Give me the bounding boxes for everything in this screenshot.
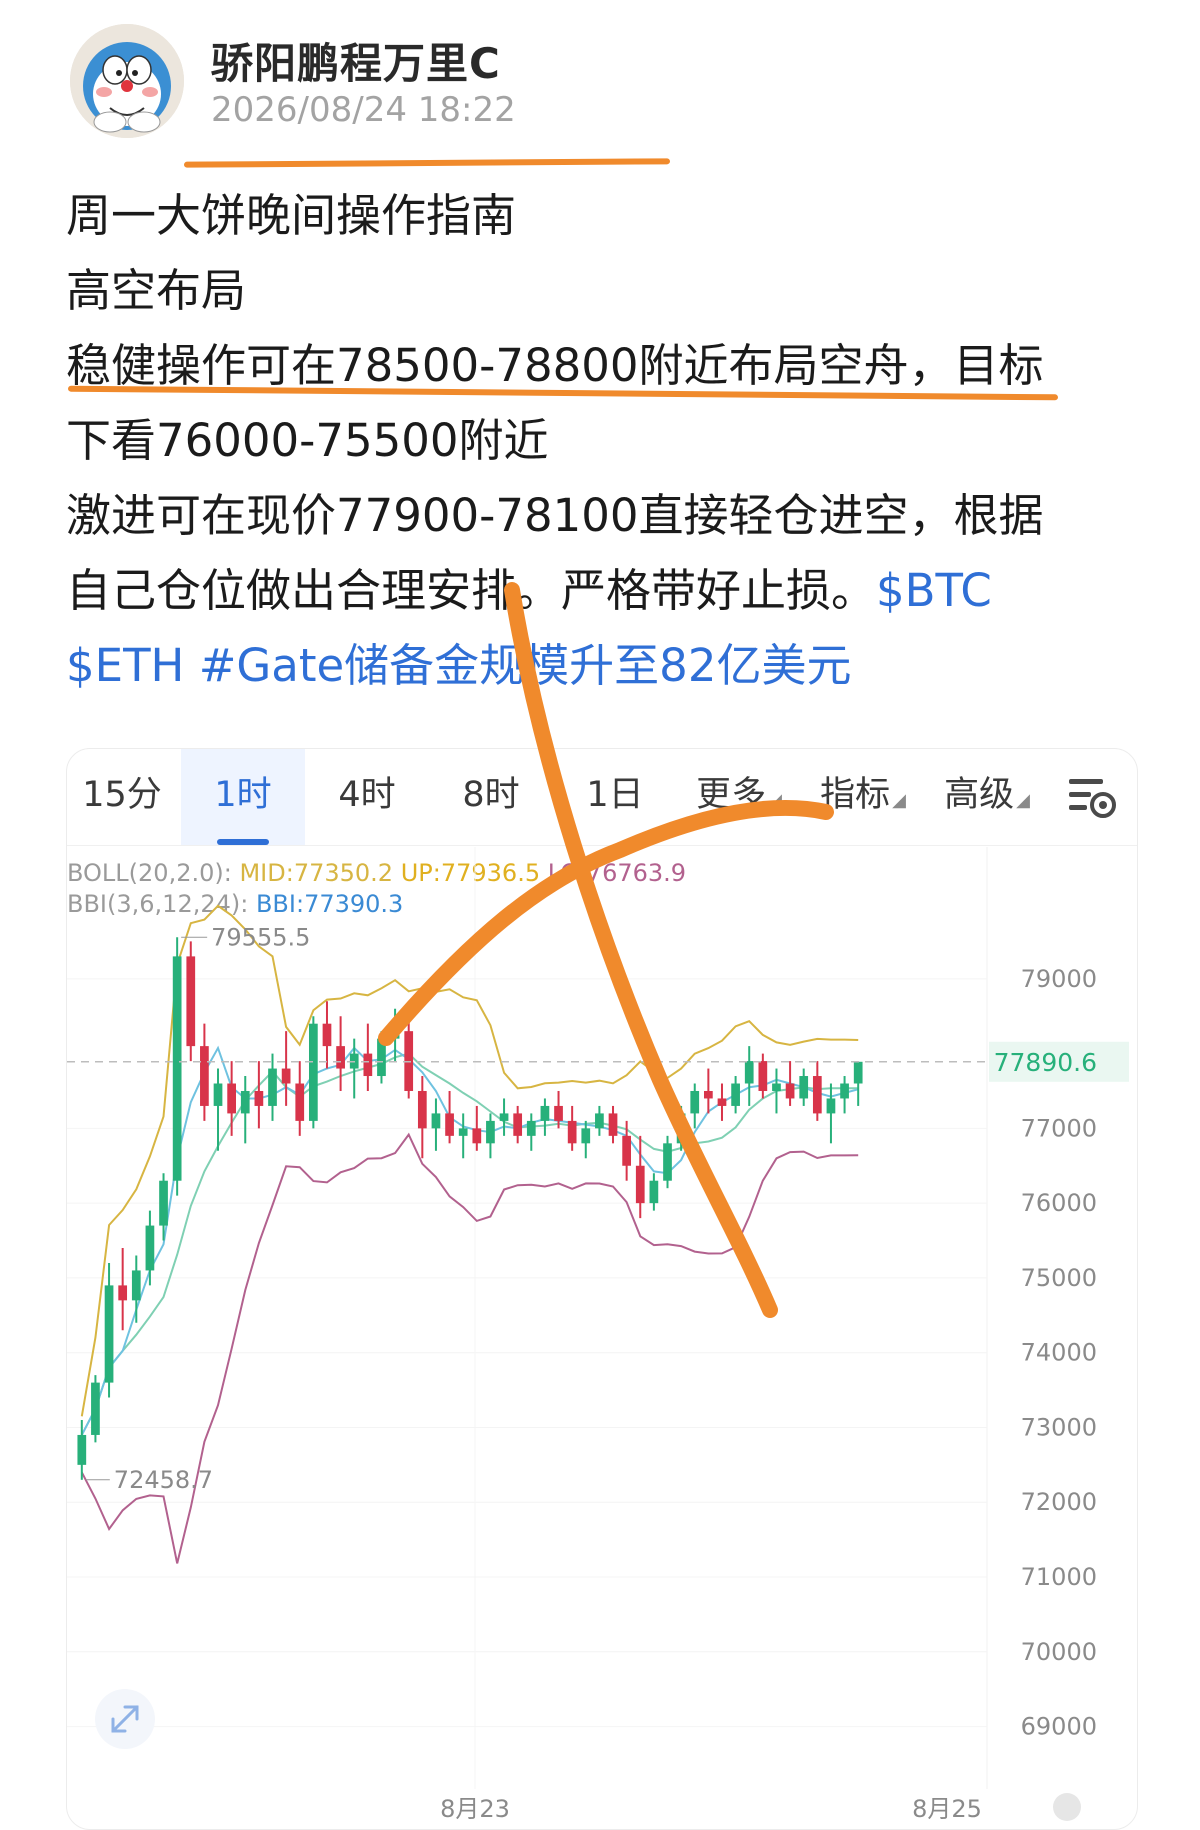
tag-topic[interactable]: #Gate储备金规模升至82亿美元	[199, 639, 852, 692]
post-tag-line: $ETH #Gate储备金规模升至82亿美元	[66, 628, 1136, 703]
candle-body	[717, 1098, 727, 1106]
candle-body	[458, 1128, 468, 1136]
y-tick-label: 71000	[1021, 1563, 1097, 1591]
y-tick-label: 79000	[1021, 965, 1097, 993]
candle-body	[472, 1128, 482, 1144]
y-tick-label: 76000	[1021, 1189, 1097, 1217]
candle-body	[240, 1090, 250, 1114]
low-marker-label: 72458.7	[114, 1466, 213, 1494]
y-tick-label: 77000	[1021, 1114, 1097, 1142]
post-line-text: 自己仓位做出合理安排。严格带好止损。	[66, 564, 877, 617]
candle-body	[622, 1135, 631, 1166]
y-tick-label: 69000	[1021, 1713, 1097, 1741]
post-line: 下看76000-75500附近	[66, 414, 549, 467]
post-line: 激进可在现价77900-78100直接轻仓进空，根据	[66, 489, 1044, 542]
y-tick-label: 74000	[1021, 1339, 1097, 1367]
candle-body	[377, 1038, 386, 1077]
avatar[interactable]	[70, 24, 184, 138]
candle-body	[254, 1090, 264, 1106]
candle-body	[213, 1083, 223, 1106]
candle-body	[486, 1120, 495, 1144]
y-tick-label: 75000	[1021, 1264, 1097, 1292]
candle-body	[227, 1083, 236, 1114]
annotation-underline-header	[183, 158, 671, 168]
candle-body	[363, 1053, 373, 1077]
x-tick-label: 8月25	[912, 1795, 982, 1823]
candle-body	[704, 1090, 713, 1099]
candle-body	[812, 1076, 822, 1114]
candle-body	[200, 1046, 209, 1106]
high-marker-label: 79555.5	[211, 923, 310, 951]
author-name[interactable]: 骄阳鹏程万里C	[211, 30, 501, 91]
boll-upper-line	[80, 904, 859, 1417]
boll-mid-line	[80, 1052, 859, 1436]
candle-body	[581, 1128, 591, 1144]
expand-icon	[111, 1705, 139, 1733]
post-timestamp: 2026/08/24 18:22	[211, 90, 516, 130]
candle-body	[853, 1061, 863, 1084]
candle-body	[91, 1382, 100, 1435]
candle-body	[676, 1113, 686, 1144]
candle-body	[799, 1076, 809, 1099]
candle-body	[186, 956, 196, 1047]
avatar-image	[70, 24, 184, 138]
y-tick-label: 72000	[1021, 1488, 1097, 1516]
candle-body	[772, 1083, 781, 1091]
candle-body	[731, 1083, 740, 1106]
candle-body	[131, 1270, 141, 1301]
candle-body	[281, 1068, 291, 1084]
candle-body	[595, 1113, 604, 1129]
candle-body	[744, 1061, 754, 1084]
candle-body	[649, 1180, 659, 1204]
candle-body	[608, 1113, 618, 1136]
candle-body	[417, 1090, 427, 1129]
post-body: 周一大饼晚间操作指南 高空布局 稳健操作可在78500-78800附近布局空舟，…	[66, 178, 1136, 703]
bbi-line	[80, 1045, 859, 1436]
current-price-label: 77890.6	[994, 1048, 1097, 1077]
y-tick-label: 70000	[1021, 1638, 1097, 1666]
candle-body	[663, 1143, 672, 1181]
candle-body	[390, 1031, 400, 1039]
candle-body	[840, 1083, 849, 1099]
candle-body	[635, 1165, 645, 1204]
y-tick-label: 73000	[1021, 1413, 1097, 1441]
candle-body	[690, 1090, 700, 1114]
tag-btc[interactable]: $BTC	[876, 564, 992, 617]
post-header: 骄阳鹏程万里C 2026/08/24 18:22	[70, 20, 1170, 140]
candle-body	[145, 1225, 155, 1271]
candle-body	[499, 1113, 509, 1121]
candle-body	[785, 1083, 795, 1099]
candle-body	[295, 1083, 305, 1121]
x-tick-label: 8月23	[440, 1795, 510, 1823]
candle-body	[554, 1105, 563, 1121]
candle-body	[268, 1068, 277, 1106]
post-line: 高空布局	[66, 264, 247, 317]
candle-body	[118, 1285, 128, 1301]
tag-eth[interactable]: $ETH	[66, 639, 184, 692]
candle-body	[567, 1120, 577, 1144]
candle-body	[758, 1061, 768, 1091]
kline-plot[interactable]: 79000 77000 76000 75000 74000 73000 72000 71000…	[67, 749, 1137, 1829]
candle-body	[540, 1105, 550, 1121]
candle-body	[322, 1023, 332, 1047]
candle-body	[445, 1113, 454, 1136]
kline-chart-card[interactable]: 15分 1时 4时 8时 1日 更多 ◢ 指标 ◢ 高级 ◢ BOLL(20,2.0)…	[66, 748, 1138, 1830]
expand-button[interactable]	[95, 1689, 155, 1749]
candle-body	[159, 1180, 168, 1226]
candle-body	[104, 1285, 114, 1383]
candle-body	[309, 1023, 318, 1121]
candle-body	[826, 1098, 836, 1114]
candle-body	[172, 956, 182, 1181]
candle-body	[431, 1113, 441, 1129]
brand-watermark-icon	[1053, 1793, 1081, 1821]
post-line: 周一大饼晚间操作指南	[66, 189, 517, 242]
post-line-with-tag: 自己仓位做出合理安排。严格带好止损。$BTC	[66, 553, 1136, 628]
candle-body	[526, 1120, 536, 1136]
boll-lower-line	[80, 1132, 859, 1564]
candle-body	[513, 1113, 523, 1136]
candle-body	[77, 1434, 87, 1465]
candle-body	[336, 1046, 345, 1069]
